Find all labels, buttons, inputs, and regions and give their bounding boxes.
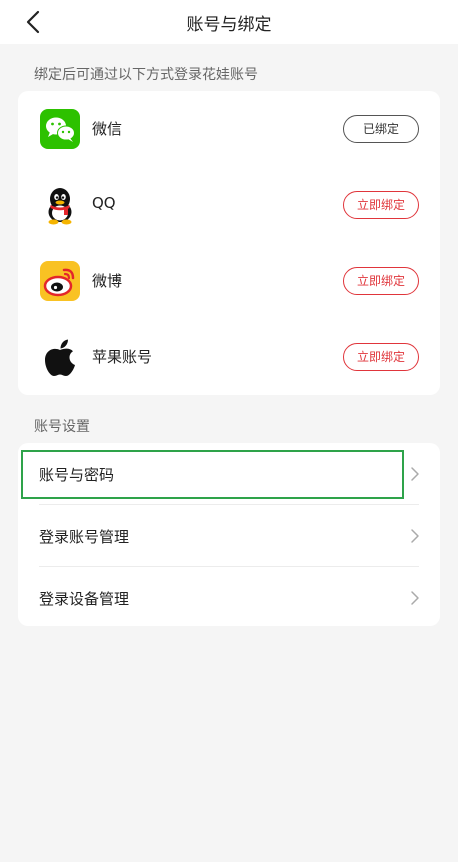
wechat-icon [40,109,80,149]
chevron-right-icon [411,467,419,481]
settings-item-login-account-management[interactable]: 登录账号管理 [18,505,440,567]
bind-row-weibo: 微博 立即绑定 [18,243,440,319]
binding-card: 微信 已绑定 QQ 立即绑定 微博 立即绑定 苹果账号 立即绑定 [18,91,440,395]
settings-item-label: 账号与密码 [39,466,115,484]
apple-bind-button[interactable]: 立即绑定 [343,343,419,371]
settings-item-account-password[interactable]: 账号与密码 [18,443,440,505]
chevron-right-icon [411,529,419,543]
bind-label-weibo: 微博 [92,272,123,290]
bind-row-qq: QQ 立即绑定 [18,167,440,243]
qq-bind-button[interactable]: 立即绑定 [343,191,419,219]
page-title: 账号与绑定 [186,15,272,35]
binding-section-heading: 绑定后可通过以下方式登录花娃账号 [34,67,258,83]
settings-item-login-device-management[interactable]: 登录设备管理 [18,567,440,629]
apple-icon [40,337,80,377]
bind-label-wechat: 微信 [92,120,123,138]
qq-icon [40,185,80,225]
weibo-icon [40,261,80,301]
settings-item-label: 登录设备管理 [39,590,130,608]
settings-card: 账号与密码 登录账号管理 登录设备管理 [18,443,440,626]
bind-label-qq: QQ [92,194,116,212]
settings-item-label: 登录账号管理 [39,528,130,546]
page: 账号与绑定 绑定后可通过以下方式登录花娃账号 微信 已绑定 QQ 立即绑定 微博… [0,0,458,862]
settings-section-heading: 账号设置 [34,419,90,435]
bind-row-wechat: 微信 已绑定 [18,91,440,167]
weibo-bind-button[interactable]: 立即绑定 [343,267,419,295]
chevron-right-icon [411,591,419,605]
bind-row-apple: 苹果账号 立即绑定 [18,319,440,395]
bind-label-apple: 苹果账号 [92,348,153,366]
nav-bar: 账号与绑定 [0,0,458,44]
wechat-bound-button[interactable]: 已绑定 [343,115,419,143]
